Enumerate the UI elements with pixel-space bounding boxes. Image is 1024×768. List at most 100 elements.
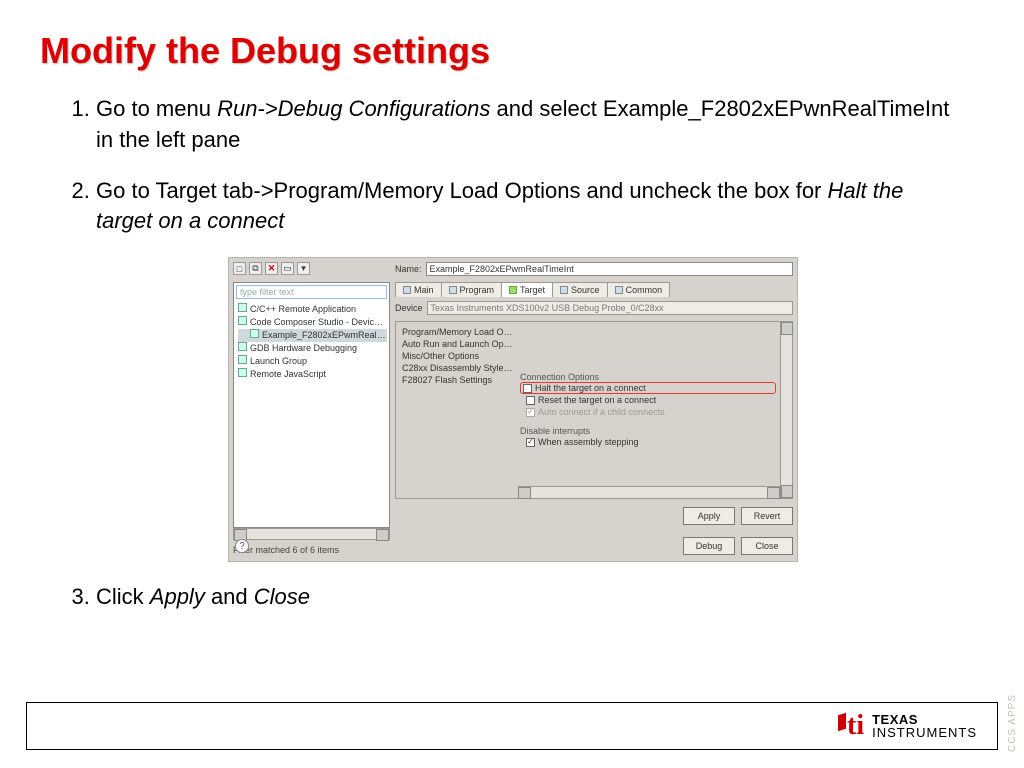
close-button[interactable]: Close — [741, 537, 793, 555]
tab-icon — [615, 286, 623, 294]
spacer — [520, 418, 776, 426]
new-config-icon[interactable]: □ — [233, 262, 246, 275]
tab-target[interactable]: Target — [501, 282, 553, 297]
step-list-cont: Click Apply and Close — [68, 582, 964, 613]
tree-item-label: Example_F2802xEPwmRealTimeInt — [262, 330, 387, 340]
options-detail: Connection Options Halt the target on a … — [520, 372, 776, 448]
config-icon — [238, 303, 247, 312]
config-icon — [238, 355, 247, 364]
debug-config-dialog: □ ⧉ ✕ ▭ ▾ type filter text C/C++ Remote … — [228, 257, 798, 562]
duplicate-icon[interactable]: ⧉ — [249, 262, 262, 275]
tree-item-cpp-remote[interactable]: C/C++ Remote Application — [238, 303, 387, 316]
tree-h-scrollbar[interactable] — [233, 528, 390, 540]
config-icon — [250, 329, 259, 338]
tab-label: Program — [460, 285, 495, 295]
config-icon — [238, 368, 247, 377]
tree-item-label: Remote JavaScript — [250, 369, 326, 379]
panel-h-scrollbar[interactable] — [518, 486, 780, 498]
collapse-icon[interactable]: ▭ — [281, 262, 294, 275]
tree-item-label: C/C++ Remote Application — [250, 304, 356, 314]
panel-v-scrollbar[interactable] — [780, 322, 792, 498]
tab-label: Main — [414, 285, 434, 295]
debug-button[interactable]: Debug — [683, 537, 735, 555]
apply-button[interactable]: Apply — [683, 507, 735, 525]
step-3-close: Close — [254, 584, 310, 609]
slide: Modify the Debug settings Go to menu Run… — [0, 0, 1024, 768]
tab-bar: Main Program Target Source Common — [395, 282, 793, 297]
step-3-apply: Apply — [150, 584, 205, 609]
config-icon — [238, 342, 247, 351]
option-category[interactable]: F28027 Flash Settings — [402, 374, 514, 386]
reset-target-checkbox[interactable] — [526, 396, 535, 405]
step-2-text-a: Go to Target tab->Program/Memory Load Op… — [96, 178, 828, 203]
tab-main[interactable]: Main — [395, 282, 442, 297]
auto-connect-label: Auto connect if a child connects — [538, 407, 665, 417]
footer: ti TEXAS INSTRUMENTS — [26, 702, 998, 750]
tab-label: Common — [626, 285, 663, 295]
tab-label: Source — [571, 285, 600, 295]
options-category-list[interactable]: Program/Memory Load Options Auto Run and… — [402, 326, 514, 386]
tab-icon — [509, 286, 517, 294]
tab-common[interactable]: Common — [607, 282, 671, 297]
ti-wordmark: TEXAS INSTRUMENTS — [872, 713, 977, 739]
filter-input[interactable]: type filter text — [236, 285, 387, 299]
option-category[interactable]: Misc/Other Options — [402, 350, 514, 362]
reset-target-label: Reset the target on a connect — [538, 395, 656, 405]
config-detail-pane: Name: Example_F2802xEPwmRealTimeInt Main… — [395, 262, 793, 529]
assembly-step-checkbox[interactable] — [526, 438, 535, 447]
tab-icon — [560, 286, 568, 294]
step-3: Click Apply and Close — [96, 582, 964, 613]
ti-logo: ti TEXAS INSTRUMENTS — [847, 710, 977, 742]
tab-icon — [449, 286, 457, 294]
step-2: Go to Target tab->Program/Memory Load Op… — [96, 176, 964, 238]
step-1: Go to menu Run->Debug Configurations and… — [96, 94, 964, 156]
option-category[interactable]: Program/Memory Load Options — [402, 326, 514, 338]
auto-connect-row: Auto connect if a child connects — [520, 406, 776, 418]
slide-title: Modify the Debug settings — [40, 30, 984, 72]
step-1-text-a: Go to menu — [96, 96, 217, 121]
tree-item-label: GDB Hardware Debugging — [250, 343, 357, 353]
tree-item-launch-group[interactable]: Launch Group — [238, 355, 387, 368]
ti-mark-icon: ti — [847, 710, 864, 742]
option-category[interactable]: Auto Run and Launch Options — [402, 338, 514, 350]
expand-icon[interactable]: ▾ — [297, 262, 310, 275]
tree-item-example[interactable]: Example_F2802xEPwmRealTimeInt — [238, 329, 387, 342]
device-row: Device Texas Instruments XDS100v2 USB De… — [395, 301, 793, 315]
disable-interrupts-label: Disable interrupts — [520, 426, 776, 436]
assembly-step-label: When assembly stepping — [538, 437, 639, 447]
name-label: Name: — [395, 264, 422, 274]
tab-icon — [403, 286, 411, 294]
revert-button[interactable]: Revert — [741, 507, 793, 525]
side-watermark: CCS APPS — [1007, 694, 1018, 752]
tree-item-ccs[interactable]: Code Composer Studio - Device Debugging — [238, 316, 387, 329]
tab-label: Target — [520, 285, 545, 295]
ti-text-b: INSTRUMENTS — [872, 726, 977, 739]
dialog-toolbar: □ ⧉ ✕ ▭ ▾ — [233, 262, 310, 275]
tree-item-gdb[interactable]: GDB Hardware Debugging — [238, 342, 387, 355]
config-icon — [238, 316, 247, 325]
config-tree[interactable]: C/C++ Remote Application Code Composer S… — [234, 301, 389, 381]
name-row: Name: Example_F2802xEPwmRealTimeInt — [395, 262, 793, 276]
auto-connect-checkbox — [526, 408, 535, 417]
step-3-text-a: Click — [96, 584, 150, 609]
halt-target-row: Halt the target on a connect — [520, 382, 776, 394]
tab-program[interactable]: Program — [441, 282, 503, 297]
tree-item-label: Code Composer Studio - Device Debugging — [250, 317, 387, 327]
step-1-menu-path: Run->Debug Configurations — [217, 96, 490, 121]
halt-target-label: Halt the target on a connect — [535, 383, 646, 393]
debug-close-row: Debug Close — [683, 537, 793, 555]
tree-item-remote-js[interactable]: Remote JavaScript — [238, 368, 387, 381]
delete-icon[interactable]: ✕ — [265, 262, 278, 275]
step-3-text-c: and — [205, 584, 254, 609]
tree-item-label: Launch Group — [250, 356, 307, 366]
option-category[interactable]: C28xx Disassembly Style Option — [402, 362, 514, 374]
halt-target-checkbox[interactable] — [523, 384, 532, 393]
step-list: Go to menu Run->Debug Configurations and… — [68, 94, 964, 237]
tab-source[interactable]: Source — [552, 282, 608, 297]
device-label: Device — [395, 303, 423, 313]
reset-target-row: Reset the target on a connect — [520, 394, 776, 406]
name-input[interactable]: Example_F2802xEPwmRealTimeInt — [426, 262, 793, 276]
config-tree-pane: type filter text C/C++ Remote Applicatio… — [233, 282, 390, 528]
device-select[interactable]: Texas Instruments XDS100v2 USB Debug Pro… — [427, 301, 793, 315]
connection-options-label: Connection Options — [520, 372, 776, 382]
